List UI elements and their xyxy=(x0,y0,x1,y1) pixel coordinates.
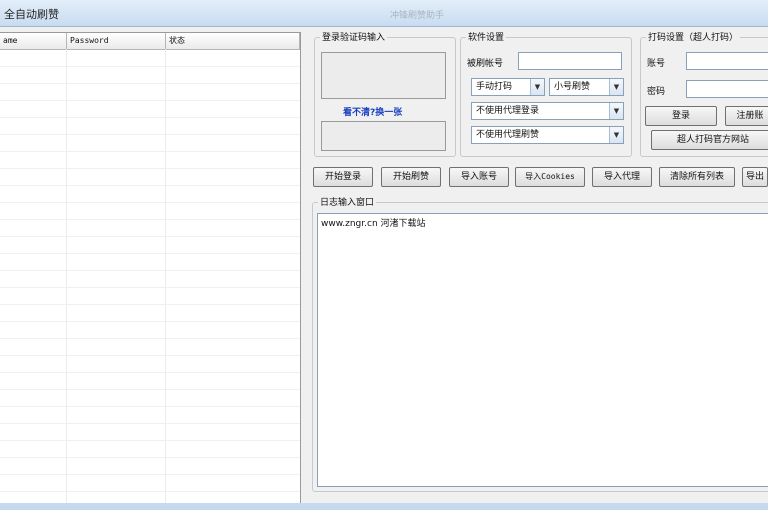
refresh-captcha-link[interactable]: 看不清?换一张 xyxy=(343,105,402,118)
import-proxy-button[interactable]: 导入代理 xyxy=(592,167,652,187)
grid-line xyxy=(0,474,300,475)
grid-line xyxy=(0,236,300,237)
captcha-input[interactable] xyxy=(321,121,446,151)
account-list[interactable]: ame Password 状态 xyxy=(0,32,301,504)
grid-line xyxy=(0,321,300,322)
ghost-title: 冲锋刷赞助手 xyxy=(390,11,445,21)
login-proxy-select-value: 不使用代理登录 xyxy=(476,106,540,116)
grid-line xyxy=(0,355,300,356)
captcha-group: 登录验证码输入 看不清?换一张 xyxy=(314,30,456,157)
mode-select-value: 手动打码 xyxy=(476,82,513,92)
import-cookies-button[interactable]: 导入Cookies xyxy=(515,167,585,187)
chevron-down-icon: ▼ xyxy=(530,79,544,95)
captcha-service-group: 打码设置（超人打码） 账号 密码 登录 注册账 超人打码官方网站 xyxy=(640,30,768,157)
grid-line xyxy=(0,151,300,152)
software-settings-label: 软件设置 xyxy=(466,30,507,43)
log-group-label: 日志输入窗口 xyxy=(318,195,377,208)
grid-line xyxy=(0,270,300,271)
service-password-input[interactable] xyxy=(686,80,768,98)
grid-line xyxy=(0,491,300,492)
login-proxy-select[interactable]: 不使用代理登录 ▼ xyxy=(471,102,624,120)
log-line: www.zngr.cn 河渚下载站 xyxy=(321,219,426,229)
service-account-label: 账号 xyxy=(647,59,666,69)
brush-proxy-select[interactable]: 不使用代理刷赞 ▼ xyxy=(471,126,624,144)
grid-line xyxy=(0,406,300,407)
grid-line xyxy=(0,287,300,288)
service-login-button[interactable]: 登录 xyxy=(645,106,717,126)
grid-line xyxy=(0,100,300,101)
grid-line xyxy=(0,338,300,339)
window-title: 全自动刷赞 xyxy=(4,8,59,21)
vote-type-select-value: 小号刷赞 xyxy=(554,82,591,92)
grid-line xyxy=(0,440,300,441)
export-button[interactable]: 导出 xyxy=(742,167,768,187)
chevron-down-icon: ▼ xyxy=(609,79,623,95)
official-site-button[interactable]: 超人打码官方网站 xyxy=(651,130,768,150)
brush-account-input[interactable] xyxy=(518,52,622,70)
window-bottom-border xyxy=(0,503,768,510)
grid-line xyxy=(0,389,300,390)
column-username[interactable]: ame xyxy=(0,33,67,49)
title-bar[interactable]: 全自动刷赞 冲锋刷赞助手 xyxy=(0,0,768,27)
grid-line xyxy=(0,66,300,67)
grid-line xyxy=(0,117,300,118)
service-register-button[interactable]: 注册账 xyxy=(725,106,768,126)
captcha-group-label: 登录验证码输入 xyxy=(320,30,388,43)
log-group: 日志输入窗口 www.zngr.cn 河渚下载站 xyxy=(312,195,768,492)
log-output[interactable]: www.zngr.cn 河渚下载站 xyxy=(317,213,768,487)
chevron-down-icon: ▼ xyxy=(609,103,623,119)
import-accounts-button[interactable]: 导入账号 xyxy=(449,167,509,187)
grid-line xyxy=(0,219,300,220)
grid-line xyxy=(0,168,300,169)
column-password[interactable]: Password xyxy=(67,33,166,49)
brush-account-label: 被刷帐号 xyxy=(467,59,504,69)
grid-line xyxy=(0,185,300,186)
service-account-input[interactable] xyxy=(686,52,768,70)
list-header: ame Password 状态 xyxy=(0,33,300,50)
captcha-service-label: 打码设置（超人打码） xyxy=(646,30,741,43)
grid-line xyxy=(0,253,300,254)
start-brush-button[interactable]: 开始刷赞 xyxy=(381,167,441,187)
grid-line xyxy=(0,304,300,305)
column-status[interactable]: 状态 xyxy=(166,33,300,49)
service-password-label: 密码 xyxy=(647,87,666,97)
software-settings-group: 软件设置 被刷帐号 手动打码 ▼ 小号刷赞 ▼ 不使用代理登录 ▼ 不使用代理刷… xyxy=(460,30,632,157)
clear-lists-button[interactable]: 清除所有列表 xyxy=(659,167,735,187)
mode-select[interactable]: 手动打码 ▼ xyxy=(471,78,545,96)
grid-line xyxy=(0,202,300,203)
start-login-button[interactable]: 开始登录 xyxy=(313,167,373,187)
chevron-down-icon: ▼ xyxy=(609,127,623,143)
main-client: ame Password 状态 登录验证码输入 看不清?换一张 软件设置 被刷帐… xyxy=(0,27,768,504)
captcha-image xyxy=(321,52,446,99)
grid-line xyxy=(0,83,300,84)
vote-type-select[interactable]: 小号刷赞 ▼ xyxy=(549,78,624,96)
grid-line xyxy=(0,372,300,373)
grid-line xyxy=(0,423,300,424)
brush-proxy-select-value: 不使用代理刷赞 xyxy=(476,130,540,140)
grid-line xyxy=(0,134,300,135)
grid-line xyxy=(0,457,300,458)
